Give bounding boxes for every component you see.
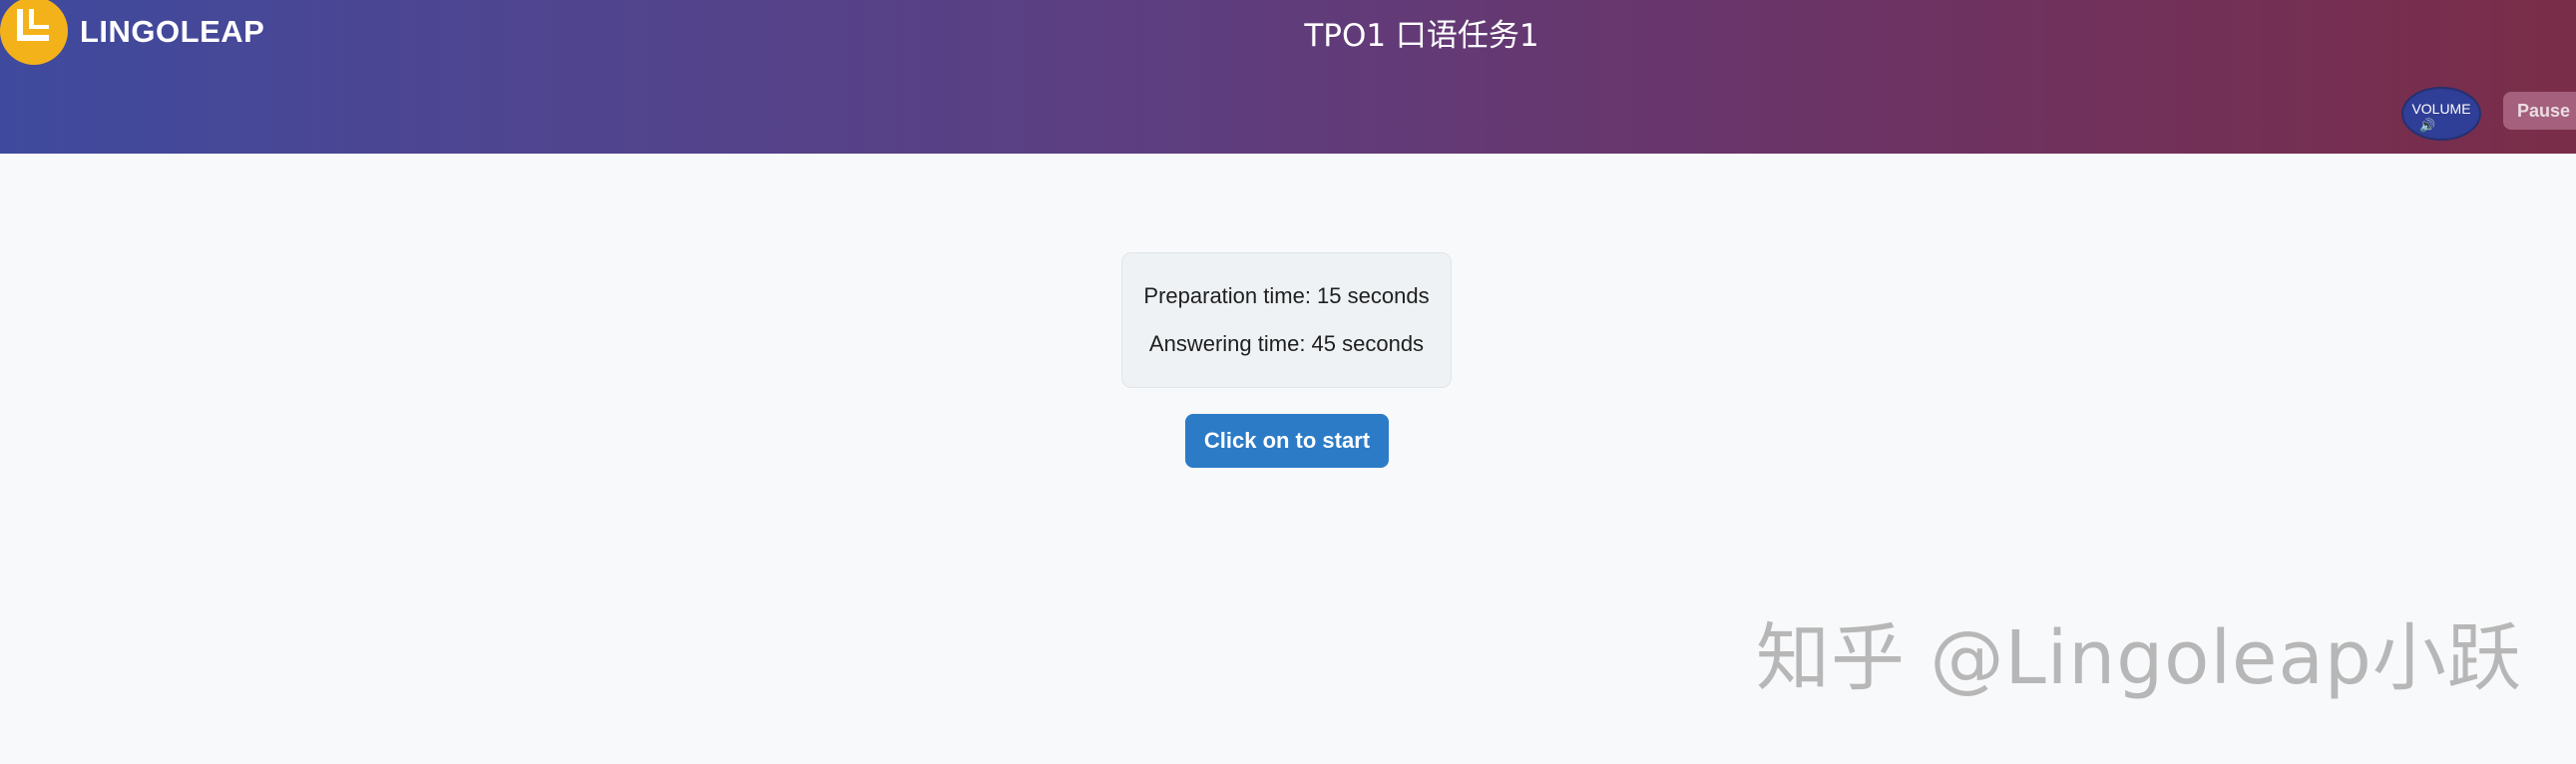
volume-button[interactable]: VOLUME 🔊 bbox=[2401, 87, 2481, 141]
watermark-text: 知乎 @Lingoleap小跃 bbox=[1756, 615, 2522, 701]
page-title: TPO1 口语任务1 bbox=[1304, 18, 1539, 54]
pause-button[interactable]: Pause bbox=[2503, 92, 2576, 130]
timing-info-box: Preparation time: 15 seconds Answering t… bbox=[1121, 252, 1452, 388]
speaker-icon: 🔊 bbox=[2419, 118, 2436, 133]
answering-time-text: Answering time: 45 seconds bbox=[1148, 331, 1425, 356]
start-button[interactable]: Click on to start bbox=[1185, 414, 1389, 468]
top-header-bar: LINGOLEAP TPO1 口语任务1 VOLUME 🔊 Pause bbox=[0, 0, 2576, 154]
preparation-time-text: Preparation time: 15 seconds bbox=[1143, 283, 1430, 308]
volume-label: VOLUME bbox=[2411, 101, 2471, 117]
